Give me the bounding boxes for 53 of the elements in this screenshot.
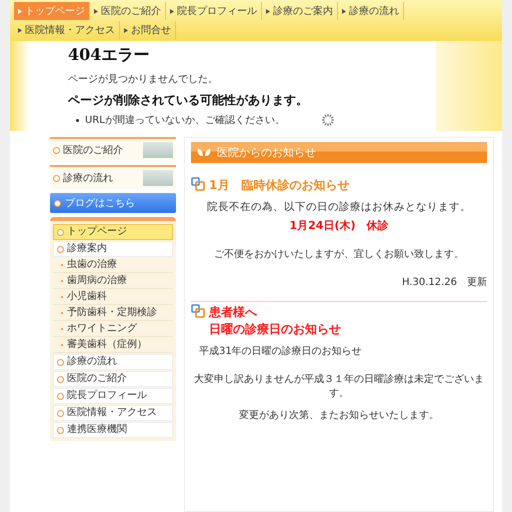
notice-text: 大変申し訳ありませんが平成３１年の日曜診療は未定でございます。 — [193, 372, 485, 400]
sidebar-banner[interactable]: 診療の流れ — [50, 165, 176, 189]
nav-tab[interactable]: 医院のご紹介 — [90, 2, 166, 20]
error-message: ページが見つかりませんでした。 — [68, 73, 219, 86]
squares-icon — [191, 177, 205, 191]
menu-item[interactable]: 診療案内 — [53, 241, 173, 257]
nav-tab[interactable]: 院長プロフィール — [166, 2, 262, 20]
submenu-item[interactable]: 小児歯科 — [53, 290, 173, 305]
nav-tab[interactable]: 診療のご案内 — [262, 2, 338, 20]
triangle-icon — [266, 8, 270, 14]
update-date: H.30.12.26 更新 — [400, 276, 487, 289]
submenu-item[interactable]: 虫歯の治療 — [53, 258, 173, 273]
menu-item[interactable]: 診療の流れ — [53, 354, 173, 370]
triangle-icon — [124, 28, 128, 32]
notice-text: 平成31年の日曜の診療日のお知らせ — [199, 344, 363, 358]
section-title: 医院からのお知らせ — [217, 145, 316, 160]
nav-tab[interactable]: お問合せ — [120, 21, 176, 39]
menu-item[interactable]: 医院のご紹介 — [53, 371, 173, 387]
menu-item[interactable]: 院長プロフィール — [53, 388, 173, 404]
submenu-item[interactable]: 歯周病の治療 — [53, 274, 173, 289]
error-heading: ページが削除されている可能性があります。 — [68, 92, 309, 109]
notice-title: 1月 臨時休診のお知らせ — [209, 177, 350, 194]
error-title: 404エラー — [68, 45, 150, 66]
closed-date: 1月24日(木) 休診 — [288, 218, 390, 233]
menu-item[interactable]: 連携医療機関 — [53, 422, 173, 438]
submenu-item[interactable]: 予防歯科・定期検診 — [53, 306, 173, 321]
photo-placeholder — [143, 170, 173, 186]
triangle-icon — [18, 8, 22, 14]
photo-placeholder — [143, 142, 173, 158]
triangle-icon — [170, 8, 174, 14]
nav-tab[interactable]: 医院情報・アクセス — [14, 21, 120, 39]
submenu-item[interactable]: 審美歯科（症例） — [53, 338, 173, 353]
nav-tab[interactable]: 診療の流れ — [338, 2, 404, 20]
menu-item[interactable]: 医院情報・アクセス — [53, 405, 173, 421]
bullet-icon — [53, 174, 60, 182]
triangle-icon — [342, 8, 346, 14]
banner-label: 医院のご紹介 — [63, 144, 123, 157]
leaf-icon — [197, 148, 211, 157]
notice-text: ご不便をおかけいたしますが、宜しくお願い致します。 — [213, 248, 465, 261]
sidebar-banner[interactable]: 医院のご紹介 — [50, 137, 176, 161]
triangle-icon — [18, 28, 22, 32]
submenu-item[interactable]: ホワイトニング — [53, 322, 173, 337]
loading-spinner-icon — [320, 113, 335, 127]
notice-text: 院長不在の為、以下の日の診療はお休みとなります。 — [206, 200, 472, 214]
bullet-icon — [76, 118, 79, 122]
notice-title: 患者様へ 日曜の診療日のお知らせ — [209, 304, 341, 338]
banner-label: 診療の流れ — [63, 172, 113, 185]
triangle-icon — [94, 8, 98, 14]
bullet-icon — [53, 146, 60, 154]
squares-icon — [191, 304, 205, 318]
menu-item[interactable]: トップページ — [53, 224, 173, 240]
bullet-text: URLが間違っていないか、ご確認ください。 — [85, 114, 285, 127]
notice-text: 変更があり次第、またお知らせいたします。 — [238, 408, 440, 422]
